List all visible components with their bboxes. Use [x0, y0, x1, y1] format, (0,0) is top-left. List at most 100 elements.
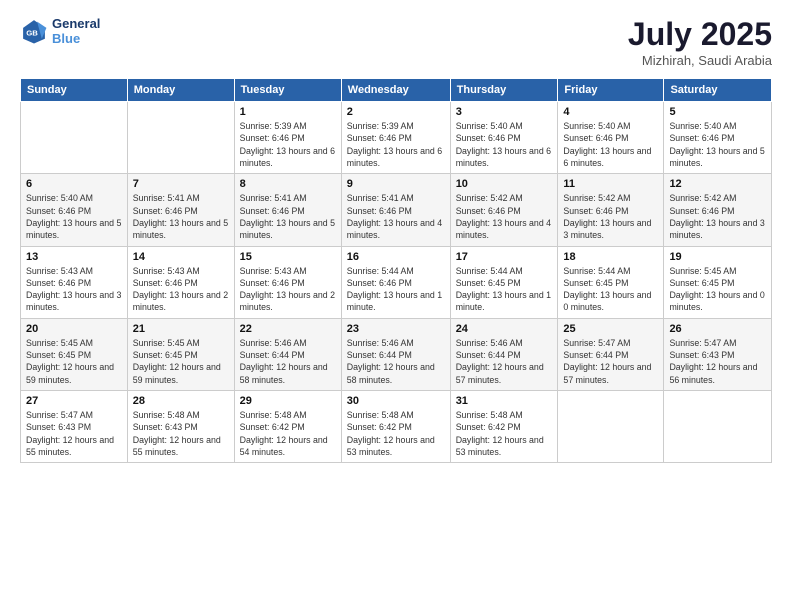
day-number: 9: [347, 178, 445, 190]
calendar-cell: 15 Sunrise: 5:43 AMSunset: 6:46 PMDayligh…: [234, 246, 341, 318]
day-info: Sunrise: 5:45 AMSunset: 6:45 PMDaylight:…: [669, 265, 766, 314]
calendar-header-row: Sunday Monday Tuesday Wednesday Thursday…: [21, 79, 772, 102]
col-sunday: Sunday: [21, 79, 128, 102]
day-number: 16: [347, 251, 445, 263]
day-number: 7: [133, 178, 229, 190]
calendar-cell: 27 Sunrise: 5:47 AMSunset: 6:43 PMDayligh…: [21, 391, 128, 463]
day-number: 14: [133, 251, 229, 263]
day-number: 19: [669, 251, 766, 263]
calendar-cell: 11Sunrise: 5:42 AMSunset: 6:46 PMDayligh…: [558, 174, 664, 246]
day-info: Sunrise: 5:48 AMSunset: 6:42 PMDaylight:…: [347, 409, 445, 458]
calendar-cell: 20Sunrise: 5:45 AMSunset: 6:45 PMDayligh…: [21, 318, 128, 390]
day-info: Sunrise: 5:41 AMSunset: 6:46 PMDaylight:…: [347, 192, 445, 241]
calendar-cell: 10 Sunrise: 5:42 AMSunset: 6:46 PMDayligh…: [450, 174, 558, 246]
title-block: July 2025 Mizhirah, Saudi Arabia: [628, 16, 772, 68]
day-info: Sunrise: 5:44 AMSunset: 6:46 PMDaylight:…: [347, 265, 445, 314]
calendar-cell: 21 Sunrise: 5:45 AMSunset: 6:45 PMDayligh…: [127, 318, 234, 390]
day-number: 4: [563, 106, 658, 118]
day-info: Sunrise: 5:42 AMSunset: 6:46 PMDaylight:…: [669, 192, 766, 241]
day-info: Sunrise: 5:44 AMSunset: 6:45 PMDaylight:…: [563, 265, 658, 314]
page: GB General Blue July 2025 Mizhirah, Saud…: [0, 0, 792, 612]
day-info: Sunrise: 5:47 AMSunset: 6:43 PMDaylight:…: [669, 337, 766, 386]
day-number: 10: [456, 178, 553, 190]
calendar-cell: 5Sunrise: 5:40 AMSunset: 6:46 PMDaylight…: [664, 102, 772, 174]
day-number: 15: [240, 251, 336, 263]
calendar-week-2: 6 Sunrise: 5:40 AMSunset: 6:46 PMDaylight…: [21, 174, 772, 246]
day-info: Sunrise: 5:43 AMSunset: 6:46 PMDaylight:…: [133, 265, 229, 314]
col-saturday: Saturday: [664, 79, 772, 102]
calendar-cell: 3 Sunrise: 5:40 AMSunset: 6:46 PMDaylight…: [450, 102, 558, 174]
day-info: Sunrise: 5:48 AMSunset: 6:43 PMDaylight:…: [133, 409, 229, 458]
calendar-week-1: 1 Sunrise: 5:39 AMSunset: 6:46 PMDaylight…: [21, 102, 772, 174]
calendar-cell: 6 Sunrise: 5:40 AMSunset: 6:46 PMDaylight…: [21, 174, 128, 246]
day-info: Sunrise: 5:46 AMSunset: 6:44 PMDaylight:…: [240, 337, 336, 386]
logo-text: General Blue: [52, 16, 100, 46]
day-info: Sunrise: 5:41 AMSunset: 6:46 PMDaylight:…: [240, 192, 336, 241]
day-info: Sunrise: 5:45 AMSunset: 6:45 PMDaylight:…: [26, 337, 122, 386]
calendar-cell: 13 Sunrise: 5:43 AMSunset: 6:46 PMDayligh…: [21, 246, 128, 318]
day-number: 17: [456, 251, 553, 263]
day-info: Sunrise: 5:48 AMSunset: 6:42 PMDaylight:…: [456, 409, 553, 458]
calendar-cell: 12 Sunrise: 5:42 AMSunset: 6:46 PMDayligh…: [664, 174, 772, 246]
location: Mizhirah, Saudi Arabia: [628, 53, 772, 68]
day-info: Sunrise: 5:41 AMSunset: 6:46 PMDaylight:…: [133, 192, 229, 241]
day-number: 13: [26, 251, 122, 263]
day-number: 3: [456, 106, 553, 118]
month-title: July 2025: [628, 16, 772, 53]
day-info: Sunrise: 5:47 AMSunset: 6:43 PMDaylight:…: [26, 409, 122, 458]
calendar-cell: 14 Sunrise: 5:43 AMSunset: 6:46 PMDayligh…: [127, 246, 234, 318]
day-info: Sunrise: 5:43 AMSunset: 6:46 PMDaylight:…: [240, 265, 336, 314]
day-number: 24: [456, 323, 553, 335]
day-info: Sunrise: 5:40 AMSunset: 6:46 PMDaylight:…: [456, 120, 553, 169]
day-info: Sunrise: 5:39 AMSunset: 6:46 PMDaylight:…: [347, 120, 445, 169]
col-thursday: Thursday: [450, 79, 558, 102]
calendar-cell: 2 Sunrise: 5:39 AMSunset: 6:46 PMDaylight…: [341, 102, 450, 174]
day-number: 25: [563, 323, 658, 335]
day-info: Sunrise: 5:43 AMSunset: 6:46 PMDaylight:…: [26, 265, 122, 314]
day-number: 31: [456, 395, 553, 407]
calendar-cell: 9 Sunrise: 5:41 AMSunset: 6:46 PMDaylight…: [341, 174, 450, 246]
day-number: 30: [347, 395, 445, 407]
calendar-cell: [558, 391, 664, 463]
calendar-cell: 29 Sunrise: 5:48 AMSunset: 6:42 PMDayligh…: [234, 391, 341, 463]
day-number: 12: [669, 178, 766, 190]
day-number: 6: [26, 178, 122, 190]
day-number: 18: [563, 251, 658, 263]
day-number: 2: [347, 106, 445, 118]
day-info: Sunrise: 5:40 AMSunset: 6:46 PMDaylight:…: [26, 192, 122, 241]
calendar-cell: 17 Sunrise: 5:44 AMSunset: 6:45 PMDayligh…: [450, 246, 558, 318]
header: GB General Blue July 2025 Mizhirah, Saud…: [20, 16, 772, 68]
calendar-week-3: 13 Sunrise: 5:43 AMSunset: 6:46 PMDayligh…: [21, 246, 772, 318]
day-info: Sunrise: 5:40 AMSunset: 6:46 PMDaylight:…: [669, 120, 766, 169]
day-number: 21: [133, 323, 229, 335]
calendar-cell: 24 Sunrise: 5:46 AMSunset: 6:44 PMDayligh…: [450, 318, 558, 390]
calendar-cell: 16 Sunrise: 5:44 AMSunset: 6:46 PMDayligh…: [341, 246, 450, 318]
day-info: Sunrise: 5:46 AMSunset: 6:44 PMDaylight:…: [456, 337, 553, 386]
day-info: Sunrise: 5:45 AMSunset: 6:45 PMDaylight:…: [133, 337, 229, 386]
calendar-cell: 31 Sunrise: 5:48 AMSunset: 6:42 PMDayligh…: [450, 391, 558, 463]
day-number: 23: [347, 323, 445, 335]
col-monday: Monday: [127, 79, 234, 102]
calendar-cell: 25 Sunrise: 5:47 AMSunset: 6:44 PMDayligh…: [558, 318, 664, 390]
calendar-cell: 22Sunrise: 5:46 AMSunset: 6:44 PMDayligh…: [234, 318, 341, 390]
calendar-cell: [127, 102, 234, 174]
calendar-cell: 23Sunrise: 5:46 AMSunset: 6:44 PMDayligh…: [341, 318, 450, 390]
day-info: Sunrise: 5:42 AMSunset: 6:46 PMDaylight:…: [456, 192, 553, 241]
day-number: 1: [240, 106, 336, 118]
day-number: 26: [669, 323, 766, 335]
day-info: Sunrise: 5:48 AMSunset: 6:42 PMDaylight:…: [240, 409, 336, 458]
calendar-cell: [664, 391, 772, 463]
col-friday: Friday: [558, 79, 664, 102]
calendar-cell: 26 Sunrise: 5:47 AMSunset: 6:43 PMDayligh…: [664, 318, 772, 390]
calendar-cell: 18 Sunrise: 5:44 AMSunset: 6:45 PMDayligh…: [558, 246, 664, 318]
day-info: Sunrise: 5:47 AMSunset: 6:44 PMDaylight:…: [563, 337, 658, 386]
day-number: 27: [26, 395, 122, 407]
calendar-cell: 4Sunrise: 5:40 AMSunset: 6:46 PMDaylight…: [558, 102, 664, 174]
calendar-cell: 1 Sunrise: 5:39 AMSunset: 6:46 PMDaylight…: [234, 102, 341, 174]
day-info: Sunrise: 5:44 AMSunset: 6:45 PMDaylight:…: [456, 265, 553, 314]
calendar-cell: 28Sunrise: 5:48 AMSunset: 6:43 PMDayligh…: [127, 391, 234, 463]
col-wednesday: Wednesday: [341, 79, 450, 102]
day-number: 29: [240, 395, 336, 407]
day-info: Sunrise: 5:39 AMSunset: 6:46 PMDaylight:…: [240, 120, 336, 169]
col-tuesday: Tuesday: [234, 79, 341, 102]
